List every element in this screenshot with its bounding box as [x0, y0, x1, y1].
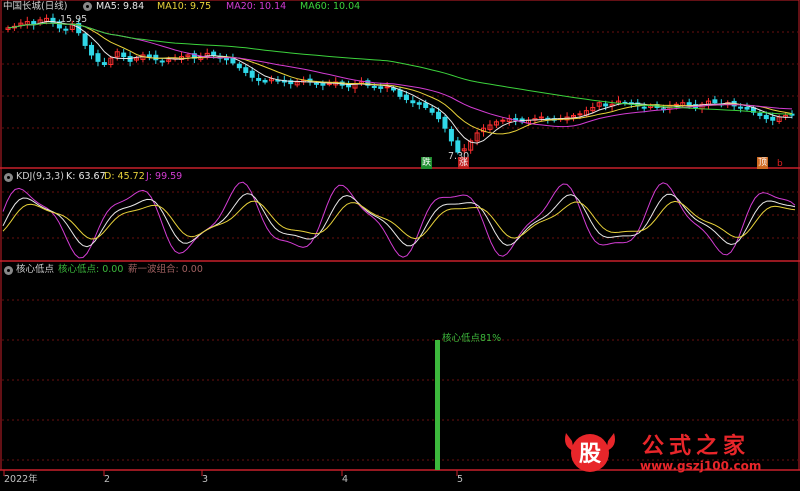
kdj-j-line — [2, 181, 796, 259]
candle-body — [436, 111, 442, 120]
candle-body — [256, 78, 262, 81]
candle-body — [416, 102, 422, 105]
candle-body — [211, 51, 217, 56]
signal-badge-b: b — [777, 159, 783, 169]
candle-body — [410, 100, 416, 104]
candle-body — [738, 106, 744, 109]
candle-body — [641, 106, 647, 109]
ma5-line — [7, 21, 793, 144]
ma5-label: MA5: 9.84 — [96, 1, 145, 12]
candle-body — [442, 116, 448, 129]
logo-char: 股 — [579, 442, 601, 467]
watermark-site-name: 公式之家 — [642, 433, 751, 459]
high-price-label: 15.95 — [60, 14, 88, 25]
x-axis-label: 2 — [104, 474, 111, 485]
candle-body — [371, 85, 377, 88]
candle-body — [95, 53, 101, 62]
candle-body — [249, 70, 255, 78]
candle-body — [577, 113, 583, 116]
candle-body — [770, 116, 776, 121]
candle-body — [429, 108, 435, 113]
candle-body — [63, 28, 69, 31]
candle-body — [423, 102, 429, 108]
core-series2-label: 薪一波组合: 0.00 — [128, 264, 203, 275]
chart-svg — [0, 0, 800, 476]
core-low-bar — [435, 340, 440, 470]
candle-body — [262, 79, 268, 83]
signal-badge-rise: 涨 — [458, 157, 469, 169]
core-series1-label: 核心低点: 0.00 — [58, 264, 124, 275]
candle-body — [763, 114, 769, 120]
ma60-line — [7, 22, 793, 115]
candle-body — [159, 60, 165, 63]
candle-body — [397, 89, 403, 97]
candle-body — [538, 116, 544, 119]
candle-body — [403, 94, 409, 101]
candle-body — [500, 119, 506, 122]
x-axis-label: 2022年 — [4, 474, 38, 485]
watermark-url: www.gszj100.com — [640, 459, 762, 473]
ma20-line — [7, 22, 793, 128]
kdj-d-label: D: 45.72 — [104, 171, 145, 182]
candle-body — [243, 67, 249, 73]
kdj-j-label: J: 99.59 — [146, 171, 183, 182]
candle-body — [50, 17, 56, 24]
candle-body — [712, 99, 718, 104]
ma60-label: MA60: 10.04 — [300, 1, 361, 12]
gear-icon[interactable] — [4, 266, 13, 275]
candle-body — [223, 57, 229, 61]
candle-body — [326, 83, 332, 86]
watermark: 股 公式之家 www.gszj100.com — [560, 425, 790, 477]
bull-logo-icon: 股 — [565, 433, 615, 472]
chart-stage: 中国长城(日线) MA5: 9.84 MA10: 9.75 MA20: 10.1… — [0, 0, 800, 487]
candle-body — [89, 44, 95, 56]
kdj-k-label: K: 63.67 — [66, 171, 106, 182]
candle-body — [448, 128, 454, 142]
gear-icon[interactable] — [83, 2, 92, 11]
main-panel-frame — [0, 0, 800, 169]
candle-body — [313, 82, 319, 85]
candle-body — [153, 54, 159, 61]
x-axis-label: 5 — [457, 474, 464, 485]
signal-badge-top: 顶 — [757, 157, 768, 169]
x-axis-label: 4 — [342, 474, 349, 485]
candle-body — [378, 86, 384, 89]
ma20-label: MA20: 10.14 — [226, 1, 287, 12]
main-panel-title: 中国长城(日线) — [3, 1, 68, 12]
gear-icon[interactable] — [4, 173, 13, 182]
candle-body — [320, 83, 326, 86]
signal-badge-fall: 跌 — [421, 157, 432, 169]
candle-body — [744, 106, 750, 110]
candle-body — [230, 57, 236, 64]
kdj-d-line — [2, 200, 796, 240]
candle-body — [146, 54, 152, 58]
x-axis-label: 3 — [202, 474, 209, 485]
candle-body — [101, 62, 107, 66]
core-panel-title: 核心低点 — [16, 264, 55, 275]
ma10-line — [7, 22, 793, 135]
candle-body — [82, 33, 88, 46]
candle-body — [384, 86, 390, 89]
candle-body — [603, 103, 609, 107]
candle-body — [121, 52, 127, 58]
candle-body — [236, 63, 242, 69]
kdj-panel-title: KDJ(9,3,3) — [16, 171, 64, 182]
ma10-label: MA10: 9.75 — [157, 1, 212, 12]
core-bar-annotation: 核心低点81% — [442, 333, 502, 344]
candle-body — [757, 113, 763, 116]
